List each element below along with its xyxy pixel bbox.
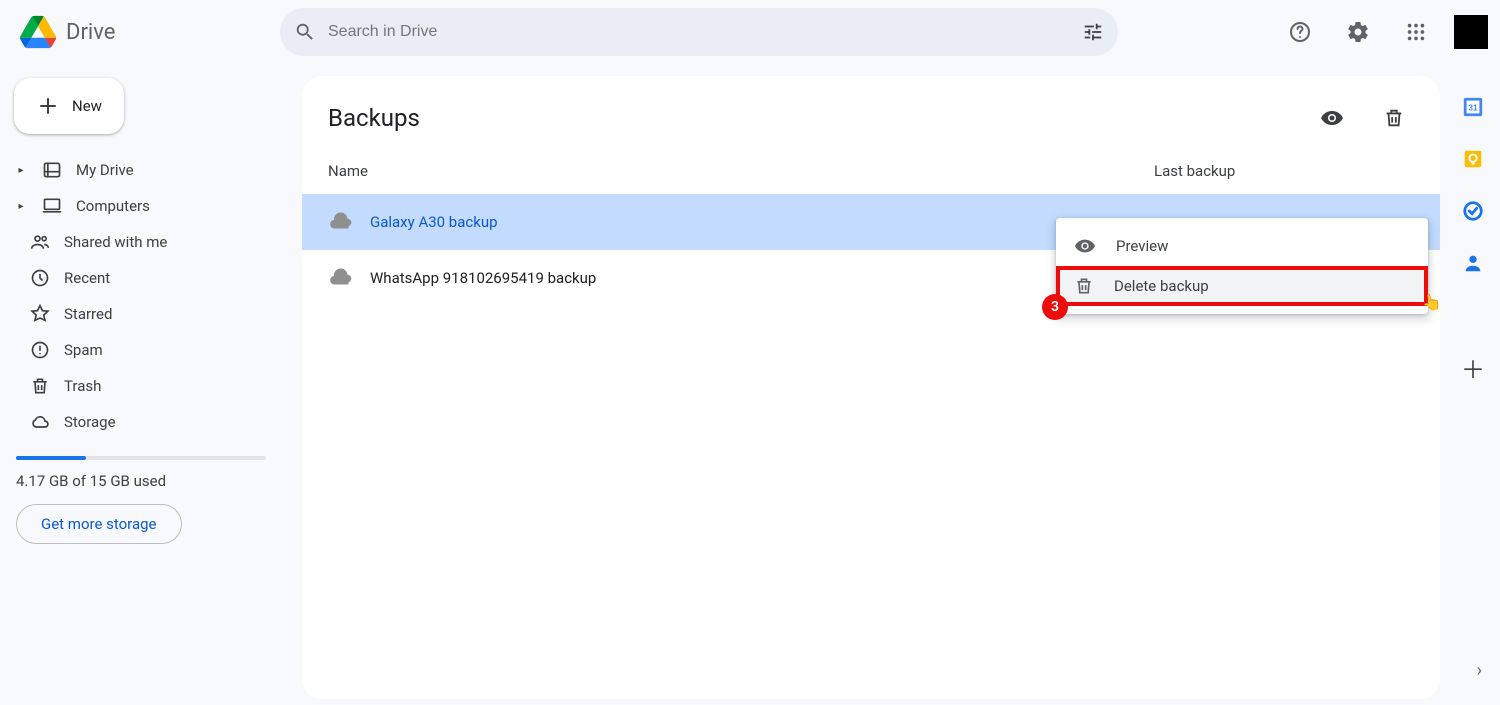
page-title: Backups: [328, 104, 420, 132]
drive-logo-icon: [20, 14, 56, 50]
sidebar-item-spam[interactable]: Spam: [14, 332, 268, 368]
column-header-name[interactable]: Name: [328, 162, 1154, 180]
account-avatar[interactable]: [1454, 15, 1488, 49]
search-bar[interactable]: [280, 8, 1118, 56]
add-side-app-icon[interactable]: ＋: [1461, 350, 1485, 385]
delete-action-icon[interactable]: [1374, 98, 1414, 138]
preview-action-icon[interactable]: [1312, 98, 1352, 138]
context-menu: Preview Delete backup 3: [1056, 218, 1428, 314]
column-header-last-backup[interactable]: Last backup: [1154, 162, 1414, 180]
storage-text: 4.17 GB of 15 GB used: [16, 472, 266, 490]
sidebar-item-recent[interactable]: Recent: [14, 260, 268, 296]
sidebar-item-my-drive[interactable]: ▸ My Drive: [14, 152, 268, 188]
search-icon: [294, 21, 316, 43]
chevron-right-icon: ▸: [16, 201, 26, 212]
new-button[interactable]: New: [14, 78, 124, 134]
calendar-app-icon[interactable]: 31: [1462, 96, 1484, 118]
context-menu-delete-backup[interactable]: Delete backup 3: [1056, 266, 1428, 306]
apps-grid-icon[interactable]: [1396, 12, 1436, 52]
cloud-icon: [328, 209, 352, 235]
backup-name: Galaxy A30 backup: [370, 213, 498, 231]
sidebar-item-trash[interactable]: Trash: [14, 368, 268, 404]
sidebar-item-shared[interactable]: Shared with me: [14, 224, 268, 260]
annotation-badge: 3: [1042, 294, 1068, 320]
cloud-icon: [328, 265, 352, 291]
svg-text:31: 31: [1468, 104, 1478, 113]
sidebar-item-computers[interactable]: ▸ Computers: [14, 188, 268, 224]
context-menu-preview-label: Preview: [1116, 237, 1168, 255]
chevron-right-icon: ▸: [16, 165, 26, 176]
keep-app-icon[interactable]: [1462, 148, 1484, 170]
search-input[interactable]: [316, 22, 1082, 42]
get-more-storage-button[interactable]: Get more storage: [16, 504, 182, 544]
support-icon[interactable]: [1280, 12, 1320, 52]
sidebar-item-storage[interactable]: Storage: [14, 404, 268, 440]
backup-name: WhatsApp 918102695419 backup: [370, 269, 596, 287]
context-menu-preview[interactable]: Preview: [1056, 226, 1428, 266]
new-button-label: New: [72, 97, 102, 115]
settings-icon[interactable]: [1338, 12, 1378, 52]
context-menu-delete-label: Delete backup: [1114, 277, 1209, 295]
contacts-app-icon[interactable]: [1462, 252, 1484, 274]
tasks-app-icon[interactable]: [1462, 200, 1484, 222]
search-filter-icon[interactable]: [1082, 21, 1104, 43]
sidebar-item-starred[interactable]: Starred: [14, 296, 268, 332]
storage-bar: [16, 456, 266, 460]
side-panel-collapse-icon[interactable]: ›: [1477, 660, 1482, 681]
app-title: Drive: [66, 20, 115, 45]
